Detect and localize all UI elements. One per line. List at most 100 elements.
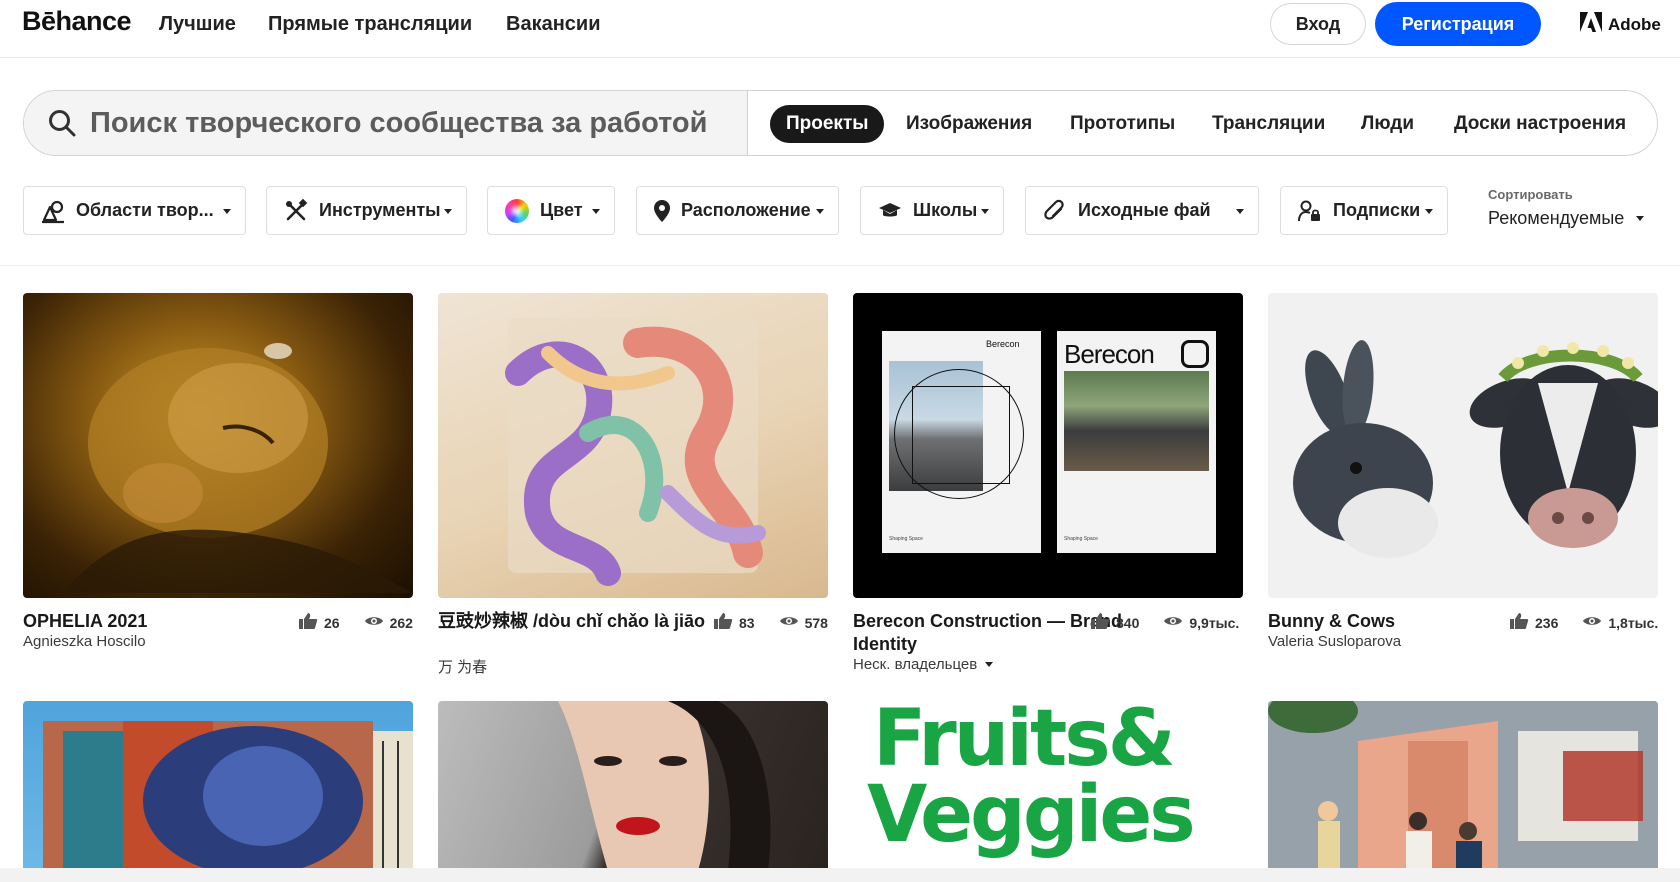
project-title[interactable]: Bunny & Cows <box>1268 610 1538 633</box>
filter-tools[interactable]: Инструменты <box>266 186 467 235</box>
project-stats: 236 1,8тыс. <box>1509 612 1658 633</box>
top-navigation-bar: Bēhance Лучшие Прямые трансляции Ваканси… <box>0 0 1680 58</box>
project-thumbnail-portrait[interactable] <box>438 701 828 871</box>
filter-color[interactable]: Цвет <box>487 186 615 235</box>
project-thumbnail-berecon[interactable]: Berecon Shaping Space Berecon Shaping Sp… <box>853 293 1243 598</box>
project-thumbnail-mural[interactable] <box>23 701 413 871</box>
section-divider <box>0 265 1680 266</box>
search-bar: Проекты Изображения Прототипы Трансляции… <box>23 90 1658 156</box>
chevron-down-icon <box>816 209 824 214</box>
views-count: 262 <box>389 614 413 631</box>
project-thumbnail-ophelia[interactable] <box>23 293 413 598</box>
creative-fields-icon <box>40 198 66 224</box>
chevron-down-icon <box>981 209 989 214</box>
project-title[interactable]: OPHELIA 2021 <box>23 610 293 633</box>
filter-label: Области твор... <box>76 200 214 220</box>
search-input[interactable] <box>90 101 730 145</box>
owner-label: Неск. владельцев <box>853 656 978 673</box>
color-wheel-icon <box>504 198 530 224</box>
eye-icon <box>1582 614 1602 631</box>
nav-link-livestreams[interactable]: Прямые трансляции <box>268 13 472 36</box>
tools-icon <box>283 198 309 224</box>
project-owner-multiple[interactable]: Неск. владельцев <box>853 656 994 673</box>
filter-label: Школы <box>913 200 978 220</box>
eye-icon <box>364 614 384 631</box>
sort-value[interactable]: Рекомендуемые <box>1488 208 1645 229</box>
poster-brand-small: Berecon <box>986 339 1020 349</box>
eye-icon <box>779 614 799 631</box>
filter-label: Расположение <box>681 200 811 220</box>
adobe-label: Adobe <box>1608 14 1661 34</box>
project-title[interactable]: 豆豉炒辣椒 /dòu chǐ chǎo là jiāo <box>438 610 708 633</box>
adobe-link[interactable]: Adobe <box>1580 12 1661 37</box>
project-thumbnail-fruits-veggies[interactable]: Fruits& Veggies <box>853 701 1243 871</box>
likes-count: 236 <box>1535 614 1559 631</box>
thumbs-up-icon <box>1090 612 1110 633</box>
poster-caption: Shaping Space <box>889 536 923 542</box>
paperclip-icon <box>1042 198 1068 224</box>
likes-count: 83 <box>739 614 755 631</box>
sort-selected-value: Рекомендуемые <box>1488 208 1625 228</box>
poster-right: Berecon Shaping Space <box>1057 331 1216 553</box>
project-thumbnail-sculpture[interactable] <box>438 293 828 598</box>
filter-label: Исходные фай <box>1078 200 1211 220</box>
search-icon <box>48 109 76 142</box>
chevron-down-icon <box>1636 216 1645 221</box>
thumbs-up-icon <box>298 612 318 633</box>
likes-count: 840 <box>1116 614 1140 631</box>
chevron-down-icon <box>592 209 600 214</box>
filter-label: Цвет <box>540 200 583 220</box>
behance-logo[interactable]: Bēhance <box>22 6 132 37</box>
chevron-down-icon <box>1236 209 1244 214</box>
likes-count: 26 <box>324 614 340 631</box>
signup-button[interactable]: Регистрация <box>1375 2 1541 46</box>
poster-left: Berecon Shaping Space <box>882 331 1041 553</box>
project-owner[interactable]: 万 为春 <box>438 656 487 677</box>
location-pin-icon <box>649 198 675 224</box>
adobe-logo-icon <box>1580 12 1602 37</box>
project-owner[interactable]: Valeria Susloparova <box>1268 633 1401 650</box>
thumbs-up-icon <box>1509 612 1529 633</box>
filter-schools[interactable]: Школы <box>860 186 1004 235</box>
search-field-area <box>24 91 748 155</box>
project-stats: 83 578 <box>713 612 828 633</box>
nav-link-jobs[interactable]: Вакансии <box>506 13 601 36</box>
project-stats: 26 262 <box>298 612 413 633</box>
project-thumbnail-bunny-cows[interactable] <box>1268 293 1658 598</box>
chevron-down-icon <box>444 209 452 214</box>
tab-images[interactable]: Изображения <box>906 105 1032 143</box>
views-count: 1,8тыс. <box>1608 614 1659 631</box>
tab-people[interactable]: Люди <box>1361 105 1414 143</box>
fruits-line-1: Fruits& <box>873 701 1176 784</box>
chevron-down-icon <box>223 209 231 214</box>
eye-icon <box>1163 614 1183 631</box>
filter-source-files[interactable]: Исходные фай <box>1025 186 1259 235</box>
project-thumbnail-illustration[interactable] <box>1268 701 1658 871</box>
project-owner[interactable]: Agnieszka Hoscilo <box>23 633 146 650</box>
tab-projects[interactable]: Проекты <box>770 105 885 143</box>
chevron-down-icon <box>985 662 994 667</box>
views-count: 578 <box>804 614 828 631</box>
user-lock-icon <box>1297 198 1323 224</box>
filter-location[interactable]: Расположение <box>636 186 839 235</box>
views-count: 9,9тыс. <box>1189 614 1240 631</box>
filter-label: Подписки <box>1333 200 1421 220</box>
poster-brand-large: Berecon <box>1064 339 1155 369</box>
graduation-cap-icon <box>877 198 903 224</box>
login-button[interactable]: Вход <box>1270 3 1366 45</box>
sort-label: Сортировать <box>1488 187 1573 202</box>
fruits-line-2: Veggies <box>867 770 1196 860</box>
filter-subscriptions[interactable]: Подписки <box>1280 186 1448 235</box>
project-stats: 840 9,9тыс. <box>1090 612 1239 633</box>
nav-link-best[interactable]: Лучшие <box>159 13 236 36</box>
tab-livestreams[interactable]: Трансляции <box>1212 105 1325 143</box>
chevron-down-icon <box>1425 209 1433 214</box>
tab-moodboards[interactable]: Доски настроения <box>1454 105 1626 143</box>
tab-prototypes[interactable]: Прототипы <box>1070 105 1175 143</box>
thumbs-up-icon <box>713 612 733 633</box>
project-title[interactable]: Berecon Construction — Brand Identity <box>853 610 1123 656</box>
filter-creative-fields[interactable]: Области твор... <box>23 186 246 235</box>
bottom-scroll-edge <box>0 868 1680 882</box>
sort-dropdown[interactable]: Сортировать Рекомендуемые <box>1488 187 1645 229</box>
filter-label: Инструменты <box>319 200 441 220</box>
